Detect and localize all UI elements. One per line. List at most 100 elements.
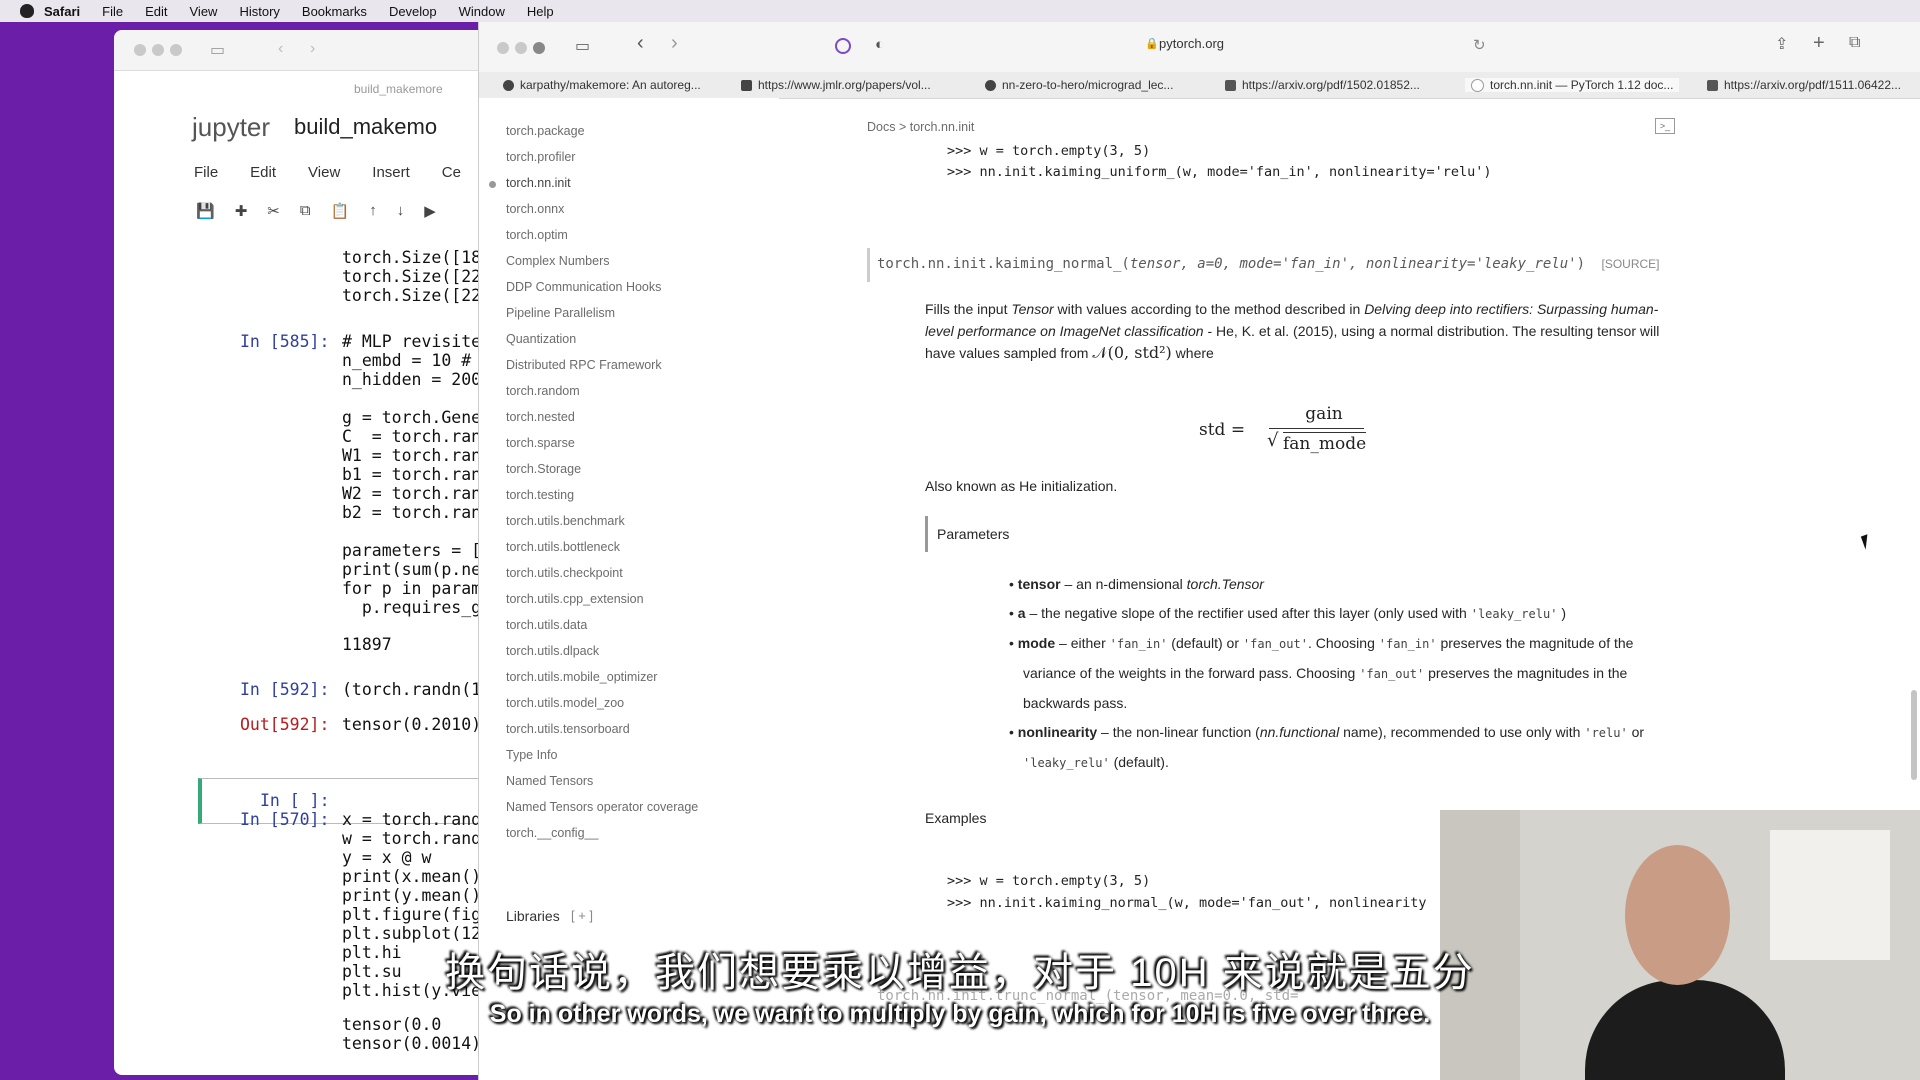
jmenu-view[interactable]: View (308, 164, 340, 181)
sidebar-item[interactable]: torch.utils.model_zoo (506, 696, 624, 710)
normal-distribution-math: 𝒩(0, std²) (1092, 343, 1172, 362)
move-down-icon[interactable]: ↓ (397, 202, 405, 220)
code-example-top-line1: >>> w = torch.empty(3, 5) (947, 143, 1151, 159)
apple-logo-icon[interactable] (20, 4, 34, 18)
zoom-window-icon[interactable] (533, 42, 545, 54)
tab-micrograd[interactable]: nn-zero-to-hero/micrograd_lec... (985, 78, 1173, 92)
forward-arrow-icon[interactable]: › (671, 32, 678, 55)
sidebar-item[interactable]: Named Tensors (506, 774, 593, 788)
reload-icon[interactable]: ↻ (1473, 36, 1486, 54)
copy-icon[interactable]: ⧉ (300, 202, 311, 220)
sidebar-item[interactable]: torch.utils.checkpoint (506, 566, 623, 580)
menu-bookmarks[interactable]: Bookmarks (302, 4, 367, 19)
menu-history[interactable]: History (239, 4, 279, 19)
add-cell-icon[interactable]: ✚ (235, 202, 248, 220)
menu-edit[interactable]: Edit (145, 4, 167, 19)
mouse-cursor-icon (1860, 534, 1873, 550)
tab-jmlr[interactable]: https://www.jmlr.org/papers/vol... (741, 78, 931, 92)
sidebar-item[interactable]: torch.sparse (506, 436, 575, 450)
sidebar-item[interactable]: Distributed RPC Framework (506, 358, 662, 372)
sidebar-item[interactable]: torch.__config__ (506, 826, 598, 840)
move-up-icon[interactable]: ↑ (369, 202, 377, 220)
save-icon[interactable]: 💾 (196, 202, 215, 220)
sidebar-item[interactable]: torch.Storage (506, 462, 581, 476)
menu-app-safari[interactable]: Safari (44, 4, 80, 19)
zoom-window-icon[interactable] (170, 44, 182, 56)
github-icon (985, 79, 996, 91)
code-example-bottom-line1: >>> w = torch.empty(3, 5) (947, 873, 1151, 889)
jmenu-edit[interactable]: Edit (250, 164, 276, 181)
menu-window[interactable]: Window (459, 4, 505, 19)
sidebar-item[interactable]: torch.testing (506, 488, 574, 502)
close-window-icon[interactable] (497, 42, 509, 54)
run-icon[interactable]: ▶ (424, 202, 436, 220)
function-description: Fills the input Tensor with values accor… (925, 301, 1660, 362)
sidebar-item[interactable]: torch.utils.bottleneck (506, 540, 620, 554)
sidebar-item[interactable]: torch.onnx (506, 202, 564, 216)
tab-overview-icon[interactable]: ⧉ (1849, 34, 1860, 52)
sidebar-item[interactable]: Pipeline Parallelism (506, 306, 615, 320)
sidebar-item[interactable]: torch.utils.benchmark (506, 514, 625, 528)
sidebar-item[interactable]: Type Info (506, 748, 557, 762)
jmenu-cell[interactable]: Ce (442, 164, 461, 181)
sidebar-item[interactable]: DDP Communication Hooks (506, 280, 661, 294)
sidebar-item[interactable]: torch.nested (506, 410, 575, 424)
param-mode: • mode – either 'fan_in' (default) or 'f… (1009, 635, 1634, 711)
libraries-expand-toggle[interactable]: [ + ] (571, 908, 593, 923)
back-arrow-icon[interactable]: ‹ (278, 40, 283, 58)
jmenu-file[interactable]: File (194, 164, 218, 181)
jupyter-tab-title[interactable]: build_makemore (354, 82, 443, 96)
tab-makemore[interactable]: karpathy/makemore: An autoreg... (503, 78, 701, 92)
param-nonlinearity: • nonlinearity – the non-linear function… (1009, 724, 1645, 770)
paste-icon[interactable]: 📋 (331, 202, 350, 220)
shield-icon[interactable]: ◐ (875, 36, 884, 53)
sidebar-item[interactable]: torch.utils.tensorboard (506, 722, 630, 736)
jmenu-insert[interactable]: Insert (372, 164, 410, 181)
cell-output-592: tensor(0.2010) (342, 715, 482, 734)
sidebar-item[interactable]: torch.utils.cpp_extension (506, 592, 644, 606)
minimize-window-icon[interactable] (515, 42, 527, 54)
jupyter-titlebar: ▭ ‹ › (114, 30, 494, 71)
sidebar-item[interactable]: torch.utils.data (506, 618, 587, 632)
breadcrumb[interactable]: Docs > torch.nn.init (867, 120, 974, 134)
notebook-title[interactable]: build_makemo (294, 114, 437, 140)
sidebar-toggle-icon[interactable]: ▭ (210, 40, 225, 60)
address-bar[interactable]: pytorch.org (1159, 36, 1224, 51)
minimize-window-icon[interactable] (152, 44, 164, 56)
sidebar-item[interactable]: torch.profiler (506, 150, 575, 164)
share-icon[interactable]: ⇪ (1775, 34, 1788, 54)
new-tab-icon[interactable]: + (1813, 32, 1825, 55)
sidebar-item[interactable]: torch.random (506, 384, 580, 398)
menu-help[interactable]: Help (527, 4, 554, 19)
forward-arrow-icon[interactable]: › (310, 40, 315, 58)
sidebar-toggle-icon[interactable]: ▭ (575, 36, 590, 56)
subtitle-chinese: 换句话说，我们想要乘以增益，对于 10H 来说就是五分 (445, 951, 1475, 995)
tab-arxiv-1511[interactable]: https://arxiv.org/pdf/1511.06422... (1707, 78, 1901, 92)
cell-code-592[interactable]: (torch.randn(1 (342, 680, 481, 699)
close-window-icon[interactable] (134, 44, 146, 56)
signature-close: ) (1576, 256, 1586, 272)
source-link[interactable]: [SOURCE] (1601, 257, 1659, 271)
tab-torch-nn-init[interactable]: torch.nn.init — PyTorch 1.12 doc... (1465, 78, 1680, 92)
sidebar-item[interactable]: torch.utils.dlpack (506, 644, 599, 658)
sidebar-item[interactable]: torch.nn.init (506, 176, 571, 190)
sidebar-item[interactable]: Complex Numbers (506, 254, 610, 268)
sidebar-item[interactable]: Quantization (506, 332, 576, 346)
back-arrow-icon[interactable]: ‹ (637, 32, 644, 55)
parameters-list: • tensor – an n-dimensional torch.Tensor… (1009, 570, 1669, 778)
privacy-extension-icon[interactable] (835, 38, 851, 54)
sidebar-item[interactable]: torch.utils.mobile_optimizer (506, 670, 657, 684)
tab-arxiv-1502[interactable]: https://arxiv.org/pdf/1502.01852... (1225, 78, 1420, 92)
terminal-icon[interactable]: >_ (1655, 118, 1675, 134)
sidebar-item[interactable]: torch.package (506, 124, 585, 138)
menu-view[interactable]: View (190, 4, 218, 19)
menu-file[interactable]: File (102, 4, 123, 19)
sidebar-libraries[interactable]: Libraries (506, 908, 560, 924)
cell-code-585[interactable]: # MLP revisite n_embd = 10 # n_hidden = … (342, 332, 481, 617)
page-scrollbar[interactable] (1911, 690, 1917, 780)
cut-icon[interactable]: ✂ (267, 202, 280, 220)
sidebar-item[interactable]: torch.optim (506, 228, 568, 242)
sqrt-symbol: √ (1267, 430, 1279, 451)
sidebar-item[interactable]: Named Tensors operator coverage (506, 800, 698, 814)
menu-develop[interactable]: Develop (389, 4, 437, 19)
